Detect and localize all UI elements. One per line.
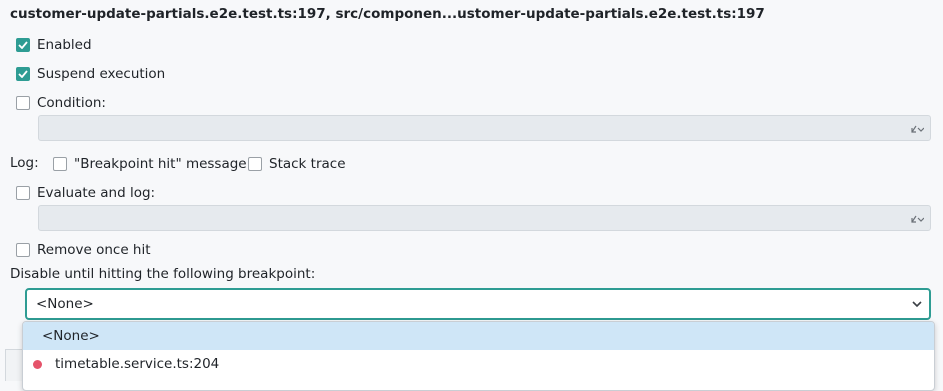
checkmark-icon bbox=[18, 70, 28, 78]
breakpoint-dropdown: <None> timetable.service.ts:204 bbox=[22, 321, 935, 391]
log-message-label: "Breakpoint hit" message bbox=[74, 156, 247, 172]
remove-once-hit-option[interactable]: Remove once hit bbox=[16, 242, 151, 258]
suspend-checkbox[interactable] bbox=[16, 67, 30, 81]
stack-trace-checkbox[interactable] bbox=[248, 157, 262, 171]
enabled-option[interactable]: Enabled bbox=[16, 37, 92, 53]
option-label: timetable.service.ts:204 bbox=[55, 356, 220, 372]
dropdown-option-timetable[interactable]: timetable.service.ts:204 bbox=[23, 350, 934, 378]
evaluate-checkbox[interactable] bbox=[16, 186, 30, 200]
log-message-checkbox[interactable] bbox=[53, 157, 67, 171]
dialog-title: customer-update-partials.e2e.test.ts:197… bbox=[10, 6, 765, 22]
chevron-down-icon[interactable] bbox=[911, 299, 923, 309]
enabled-checkbox[interactable] bbox=[16, 38, 30, 52]
stack-trace-label: Stack trace bbox=[269, 156, 346, 172]
evaluate-option[interactable]: Evaluate and log: bbox=[16, 185, 155, 201]
breakpoint-dot-icon bbox=[33, 359, 42, 369]
breakpoint-select[interactable]: <None> bbox=[25, 288, 931, 320]
log-label: Log: bbox=[10, 155, 39, 171]
condition-checkbox[interactable] bbox=[16, 96, 30, 110]
expand-icon[interactable] bbox=[910, 123, 924, 135]
enabled-label: Enabled bbox=[37, 37, 92, 53]
condition-field[interactable] bbox=[38, 115, 931, 141]
remove-once-hit-label: Remove once hit bbox=[37, 242, 151, 258]
checkmark-icon bbox=[18, 41, 28, 49]
expand-icon[interactable] bbox=[910, 213, 924, 225]
breakpoint-select-value: <None> bbox=[36, 296, 94, 312]
condition-option[interactable]: Condition: bbox=[16, 95, 106, 111]
option-label: <None> bbox=[42, 328, 100, 344]
log-message-option[interactable]: "Breakpoint hit" message bbox=[53, 156, 247, 172]
disable-until-label: Disable until hitting the following brea… bbox=[10, 266, 316, 282]
condition-label: Condition: bbox=[37, 95, 106, 111]
evaluate-label: Evaluate and log: bbox=[37, 185, 156, 201]
suspend-option[interactable]: Suspend execution bbox=[16, 66, 165, 82]
remove-once-hit-checkbox[interactable] bbox=[16, 243, 30, 257]
dropdown-option-none[interactable]: <None> bbox=[23, 322, 934, 350]
stack-trace-option[interactable]: Stack trace bbox=[248, 156, 346, 172]
evaluate-field[interactable] bbox=[38, 205, 931, 231]
suspend-label: Suspend execution bbox=[37, 66, 166, 82]
